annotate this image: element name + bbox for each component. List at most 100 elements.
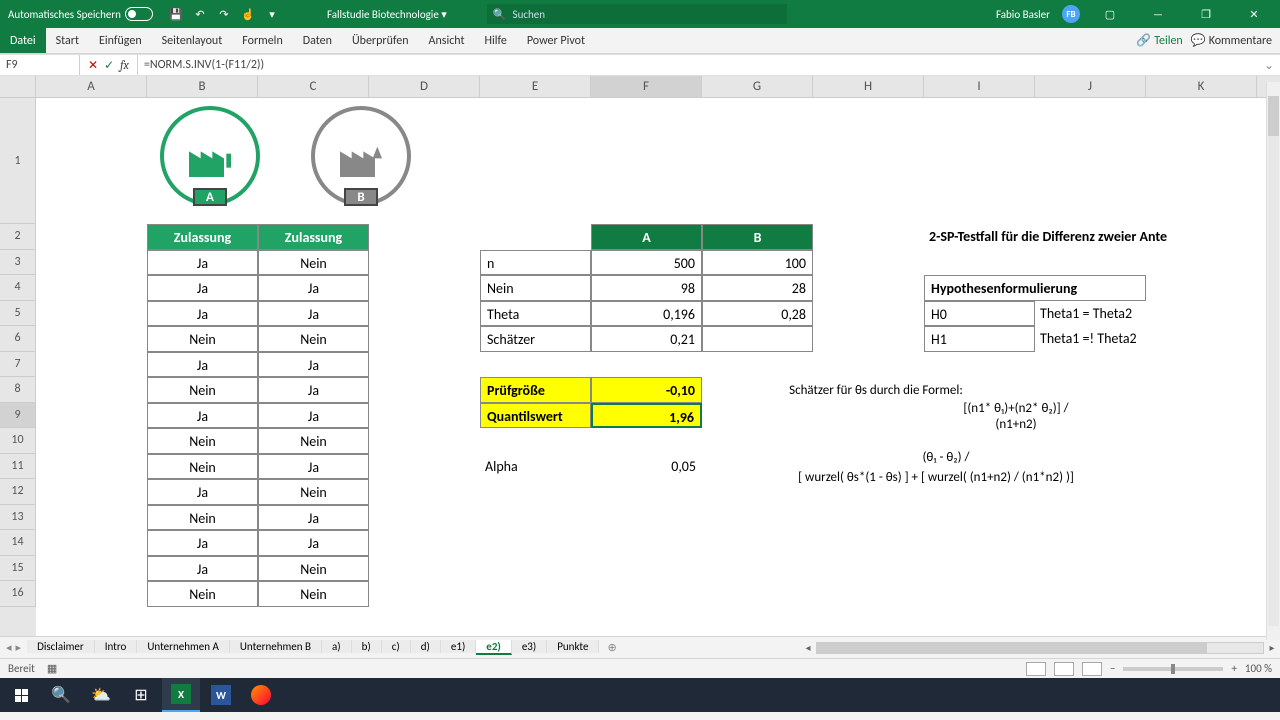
table-cell[interactable]: Ja [147,556,258,582]
document-name[interactable]: Fallstudie Biotechnologie ▾ [327,8,447,21]
sheet-tab[interactable]: a) [322,640,352,653]
vertical-scrollbar[interactable] [1266,82,1280,640]
table-cell[interactable]: Nein [258,479,369,505]
close-icon[interactable]: ✕ [1236,0,1272,28]
table-cell[interactable]: Nein [258,556,369,582]
row-header[interactable]: 16 [0,581,36,607]
undo-icon[interactable]: ↶ [193,7,207,21]
col-header[interactable]: D [369,76,480,97]
col-header[interactable]: A [36,76,147,97]
row-header[interactable]: 5 [0,301,36,327]
zoom-out-icon[interactable]: − [1110,662,1115,675]
ribbon-options-icon[interactable]: ▢ [1092,0,1128,28]
search-input[interactable]: 🔍 Suchen [487,4,787,24]
cancel-formula-icon[interactable]: ✕ [88,58,98,73]
taskbar-firefox-icon[interactable] [242,678,280,712]
table-cell[interactable]: Ja [147,479,258,505]
autosave-toggle[interactable]: Automatisches Speichern [0,7,161,21]
alpha-label[interactable]: Alpha [480,454,591,480]
save-icon[interactable]: 💾 [169,7,183,21]
stat-value[interactable]: 100 [702,250,813,276]
sheet-tab[interactable]: Disclaimer [27,640,95,653]
sheet-tab[interactable]: e2) [476,640,512,655]
table-header[interactable]: A [591,224,702,250]
share-button[interactable]: 🔗 Teilen [1136,33,1183,48]
table-cell[interactable]: Ja [258,454,369,480]
stat-value[interactable]: 0,196 [591,301,702,327]
row-header[interactable]: 1 [0,98,36,224]
table-cell[interactable]: Ja [258,377,369,403]
col-header[interactable]: I [924,76,1035,97]
name-box[interactable]: F9 [0,55,80,75]
table-header[interactable]: Zulassung [258,224,369,250]
table-cell[interactable]: Ja [258,275,369,301]
taskbar-taskview-icon[interactable]: ⊞ [122,678,160,712]
table-cell[interactable]: Ja [147,403,258,429]
table-cell[interactable]: Ja [258,301,369,327]
table-cell[interactable]: Ja [258,403,369,429]
stat-value[interactable]: 28 [702,275,813,301]
taskbar-excel-icon[interactable]: X [162,678,200,712]
tab-powerpivot[interactable]: Power Pivot [517,28,595,53]
table-cell[interactable]: Nein [258,581,369,607]
tab-ansicht[interactable]: Ansicht [419,28,475,53]
row-header[interactable]: 8 [0,377,36,403]
sheet-tab[interactable]: d) [411,640,441,653]
tab-seitenlayout[interactable]: Seitenlayout [152,28,233,53]
taskbar-search-icon[interactable]: 🔍 [42,678,80,712]
page-layout-view-icon[interactable] [1054,662,1074,676]
row-header[interactable]: 15 [0,556,36,582]
sheet-tab[interactable]: c) [382,640,411,653]
stat-value[interactable]: 0,21 [591,326,702,352]
table-cell[interactable]: Nein [147,505,258,531]
record-macro-icon[interactable]: ▦ [47,662,57,675]
zoom-level[interactable]: 100 % [1245,662,1272,675]
table-cell[interactable]: Ja [147,352,258,378]
sheet-tab[interactable]: Unternehmen B [230,640,322,653]
col-header[interactable]: B [147,76,258,97]
row-header[interactable]: 3 [0,250,36,276]
table-cell[interactable]: Nein [258,326,369,352]
col-header[interactable]: H [813,76,924,97]
stat-label[interactable]: n [480,250,591,276]
tab-ueberpruefen[interactable]: Überprüfen [342,28,419,53]
avatar[interactable]: FB [1062,5,1080,23]
tab-datei[interactable]: Datei [0,28,46,53]
table-cell[interactable]: Ja [258,505,369,531]
col-header[interactable]: G [702,76,813,97]
table-header[interactable]: B [702,224,813,250]
row-header[interactable]: 2 [0,224,36,250]
tab-formeln[interactable]: Formeln [232,28,292,53]
tab-daten[interactable]: Daten [293,28,342,53]
maximize-icon[interactable]: ❐ [1188,0,1224,28]
redo-icon[interactable]: ↷ [217,7,231,21]
customize-icon[interactable]: ▾ [265,7,279,21]
table-header[interactable]: Zulassung [147,224,258,250]
sheet-tab[interactable]: Punkte [547,640,599,653]
table-cell[interactable]: Ja [147,301,258,327]
worksheet[interactable]: A B C D E F G H I J K 123456789101112131… [0,76,1280,636]
zoom-in-icon[interactable]: + [1231,662,1236,675]
table-cell[interactable]: Ja [147,250,258,276]
start-menu-icon[interactable] [2,678,40,712]
minimize-icon[interactable]: — [1140,0,1176,28]
table-cell[interactable]: Ja [258,352,369,378]
stat-label[interactable]: Schätzer [480,326,591,352]
sheet-tab[interactable]: Intro [95,640,138,653]
col-header[interactable]: J [1035,76,1146,97]
horizontal-scrollbar[interactable]: ◂▸ [800,641,1280,655]
sheet-tab[interactable]: b) [352,640,382,653]
table-cell[interactable]: Ja [147,530,258,556]
sheet-nav-next-icon[interactable]: ▸ [16,641,22,654]
taskbar-weather-icon[interactable]: ⛅ [82,678,120,712]
sheet-tab[interactable]: e3) [512,640,547,653]
quantilswert-label[interactable]: Quantilswert [480,403,591,429]
col-header[interactable]: F [591,76,702,97]
accept-formula-icon[interactable]: ✓ [104,58,114,73]
table-cell[interactable]: Nein [147,454,258,480]
row-header[interactable]: 7 [0,352,36,378]
table-cell[interactable]: Nein [258,250,369,276]
normal-view-icon[interactable] [1026,662,1046,676]
taskbar-word-icon[interactable]: W [202,678,240,712]
tab-einfuegen[interactable]: Einfügen [89,28,152,53]
